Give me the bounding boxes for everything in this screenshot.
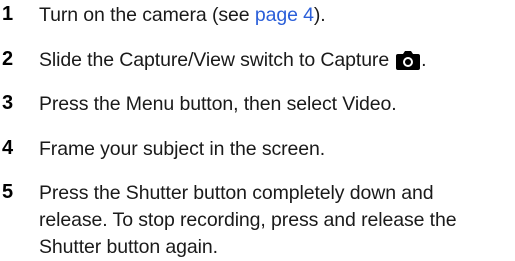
- step-number: 3: [2, 92, 14, 114]
- step-text-part: Turn on the camera (see: [39, 4, 255, 26]
- step-line: release. To stop recording, press and re…: [39, 209, 457, 231]
- step-number: 2: [2, 48, 14, 70]
- step-text: Press the Shutter button completely down…: [39, 180, 509, 261]
- step-number: 5: [2, 181, 14, 203]
- step-number: 1: [2, 3, 14, 25]
- step-text: Slide the Capture/View switch to Capture…: [39, 47, 509, 78]
- camera-icon: [395, 50, 421, 78]
- step-text: Frame your subject in the screen.: [39, 138, 326, 160]
- step-number: 4: [2, 137, 14, 159]
- step-text-part: .: [421, 49, 427, 71]
- step-text: Turn on the camera (see page 4).: [39, 2, 509, 29]
- step-line: Press the Shutter button completely down…: [39, 182, 434, 204]
- step-text-part: ).: [313, 4, 326, 26]
- page-4-link[interactable]: page 4: [255, 4, 314, 26]
- step-text-part: Slide the Capture/View switch to Capture: [39, 49, 390, 71]
- step-text: Press the Menu button, then select Video…: [39, 93, 397, 115]
- step-line: Shutter button again.: [39, 236, 218, 258]
